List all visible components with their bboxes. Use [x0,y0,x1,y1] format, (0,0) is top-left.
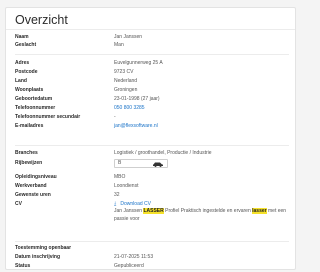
title-divider [6,29,295,30]
value-geslacht: Man [114,42,124,48]
value-branches: Logistiek / groothandel, Productie / Ind… [114,150,212,156]
label-telefoon-secundair: Telefoonnummer secundair [15,114,81,120]
value-datum: 21-07-2025 11:53 [114,254,154,260]
label-adres: Adres [15,60,30,66]
license-badge: B [114,159,168,168]
label-datum: Datum inschrijving [15,254,61,260]
row-cv: CV ⤓ Download CV Jan Janssen LASSER Prof… [15,200,289,226]
overview-card: Overzicht Naam Jan Janssen Geslacht Man … [5,7,296,270]
cv-text-2: Profiel Praktisch ingestelde en ervaren [163,208,253,214]
value-land: Nederland [114,78,138,84]
download-cv-link[interactable]: ⤓ Download CV [114,200,151,208]
row-telefoon: Telefoonnummer 050 800 3285 [15,104,289,112]
label-telefoon: Telefoonnummer [15,105,56,111]
label-geboortedatum: Geboortedatum [15,96,53,102]
value-adres: Euvelgunnerweg 25 A [114,60,163,66]
license-value: B [118,160,122,166]
row-geboortedatum: Geboortedatum 23-01-1998 (27 jaar) [15,95,289,103]
divider [15,145,289,146]
label-land: Land [15,78,27,84]
label-rijbewijzen: Rijbewijzen [15,160,43,166]
row-rijbewijzen: Rijbewijzen B [15,159,289,168]
row-email: E-mailadres jan@flexsoftware.nl [15,122,289,130]
value-woonplaats: Groningen [114,87,138,93]
row-status: Status Gepubliceerd [15,262,289,270]
cv-highlight-lasser: LASSER [143,208,164,214]
label-gewenste-uren: Gewenste uren [15,192,51,198]
row-werkverband: Werkverband Loondienst [15,182,289,190]
label-status: Status [15,263,31,269]
page-title: Overzicht [15,13,68,27]
label-postcode: Postcode [15,69,38,75]
value-gewenste-uren: 32 [114,192,120,198]
row-land: Land Nederland [15,77,289,85]
divider [15,54,289,55]
divider [15,241,289,242]
label-opleidingsniveau: Opleidingsniveau [15,174,57,180]
download-icon: ⤓ [114,201,117,207]
row-datum: Datum inschrijving 21-07-2025 11:53 [15,253,289,261]
value-werkverband: Loondienst [114,183,139,189]
row-toestemming: Toestemming openbaar [15,244,289,252]
row-postcode: Postcode 9723 CV [15,68,289,76]
row-telefoon-secundair: Telefoonnummer secundair - [15,113,289,121]
download-cv-label: Download CV [120,201,151,207]
label-cv: CV [15,201,22,207]
label-email: E-mailadres [15,123,44,129]
value-telefoon-secundair: - [114,114,116,120]
row-geslacht: Geslacht Man [15,41,289,49]
value-geboortedatum: 23-01-1998 (27 jaar) [114,96,160,102]
phone-link[interactable]: 050 800 3285 [114,104,145,112]
value-naam: Jan Janssen [114,34,143,40]
row-opleidingsniveau: Opleidingsniveau MBO [15,173,289,181]
label-naam: Naam [15,34,29,40]
cv-text-1: Jan Janssen [114,208,144,214]
label-woonplaats: Woonplaats [15,87,44,93]
row-branches: Branches Logistiek / groothandel, Produc… [15,149,289,157]
value-opleidingsniveau: MBO [114,174,126,180]
label-geslacht: Geslacht [15,42,37,48]
row-woonplaats: Woonplaats Groningen [15,86,289,94]
label-branches: Branches [15,150,38,156]
label-werkverband: Werkverband [15,183,47,189]
row-naam: Naam Jan Janssen [15,33,289,41]
cv-snippet: Jan Janssen LASSER Profiel Praktisch ing… [114,208,300,223]
row-gewenste-uren: Gewenste uren 32 [15,191,289,199]
label-toestemming: Toestemming openbaar [15,245,72,251]
value-postcode: 9723 CV [114,69,134,75]
row-adres: Adres Euvelgunnerweg 25 A [15,59,289,67]
cv-highlight-lasser-2: lasser [252,208,267,214]
email-link[interactable]: jan@flexsoftware.nl [114,122,158,130]
value-status: Gepubliceerd [114,263,144,269]
car-icon [153,162,163,167]
